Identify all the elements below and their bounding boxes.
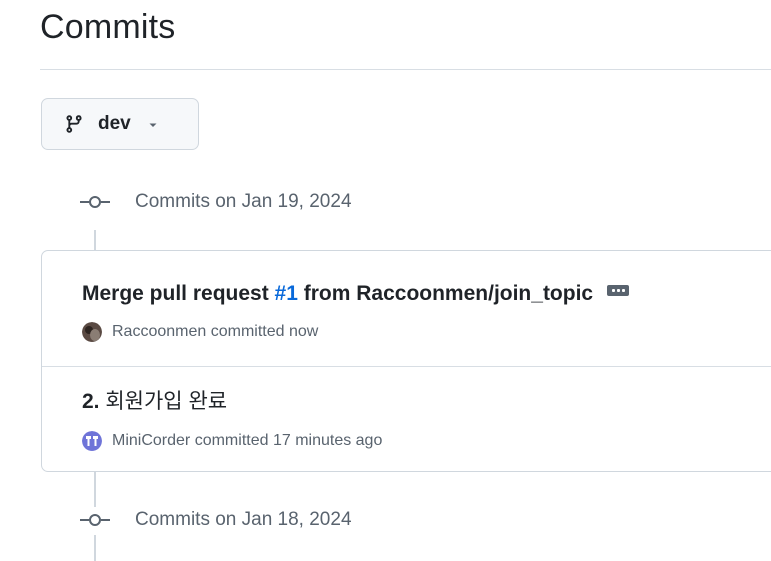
- git-branch-icon: [64, 114, 84, 134]
- avatar[interactable]: [82, 431, 102, 451]
- commit-author[interactable]: MiniCorder: [112, 432, 190, 449]
- pull-request-link[interactable]: #1: [275, 282, 298, 305]
- timeline-line: [94, 472, 96, 507]
- commit-group-header: Commits on Jan 19, 2024: [80, 190, 352, 214]
- timeline-line: [94, 535, 96, 561]
- timeline-line: [94, 230, 96, 250]
- caret-down-icon: [147, 118, 159, 130]
- commit-title-prefix[interactable]: Merge pull request: [82, 282, 275, 305]
- commit-row: Merge pull request #1 from Raccoonmen/jo…: [42, 251, 771, 366]
- commits-page: Commits dev Commits on Jan 19, 2024 Merg…: [0, 0, 771, 561]
- commit-group-header: Commits on Jan 18, 2024: [80, 508, 352, 532]
- commit-group-date: Commits on Jan 19, 2024: [135, 191, 352, 212]
- commit-title-suffix[interactable]: from Raccoonmen/join_topic: [298, 282, 593, 305]
- git-commit-icon: [80, 512, 110, 528]
- commit-time: committed now: [210, 323, 319, 340]
- commit-message[interactable]: 회원가입 완료: [100, 390, 227, 413]
- commit-title[interactable]: 2. 회원가입 완료: [82, 385, 227, 415]
- commit-row: 2. 회원가입 완료 MiniCorder committed 17 minut…: [42, 367, 771, 473]
- avatar[interactable]: [82, 322, 102, 342]
- title-divider: [40, 69, 771, 70]
- ellipsis-icon[interactable]: [607, 285, 630, 296]
- commit-number[interactable]: 2.: [82, 390, 100, 413]
- commit-group-date: Commits on Jan 18, 2024: [135, 509, 352, 530]
- page-title: Commits: [40, 8, 176, 46]
- branch-label: dev: [98, 113, 131, 134]
- commit-time: committed 17 minutes ago: [194, 432, 383, 449]
- commit-author[interactable]: Raccoonmen: [112, 323, 206, 340]
- branch-selector-button[interactable]: dev: [41, 98, 199, 150]
- commit-title[interactable]: Merge pull request #1 from Raccoonmen/jo…: [82, 282, 630, 306]
- commit-meta: Raccoonmen committed now: [82, 322, 318, 342]
- commit-list: Merge pull request #1 from Raccoonmen/jo…: [41, 250, 771, 472]
- commit-meta: MiniCorder committed 17 minutes ago: [82, 431, 382, 451]
- git-commit-icon: [80, 194, 110, 210]
